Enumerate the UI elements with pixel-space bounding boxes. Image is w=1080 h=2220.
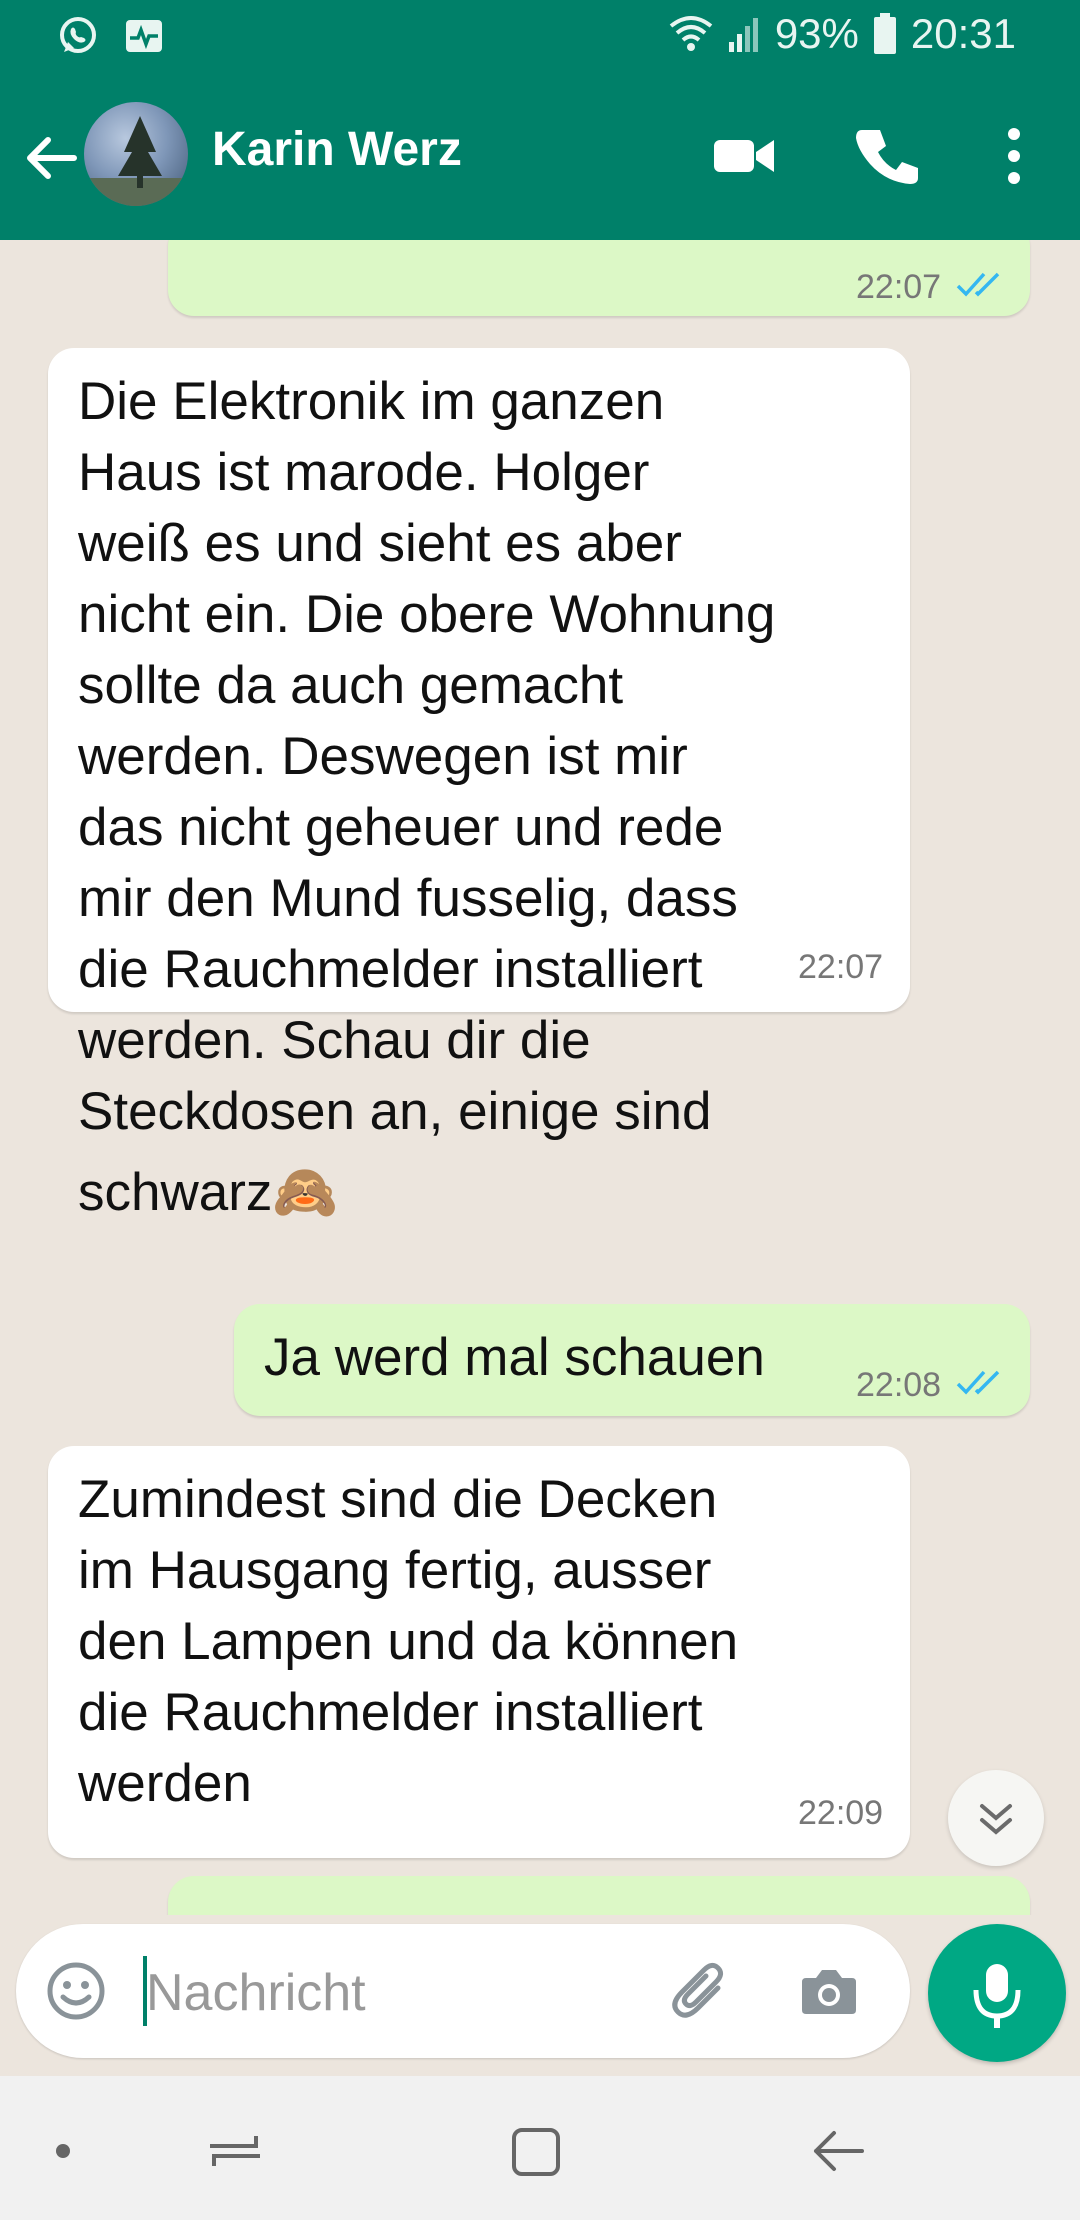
tree-silhouette-icon bbox=[84, 116, 188, 206]
more-vert-icon[interactable] bbox=[978, 120, 1050, 192]
outgoing-message[interactable]: 22:07 bbox=[168, 240, 1030, 316]
wifi-icon bbox=[669, 16, 713, 51]
scroll-to-bottom-button[interactable] bbox=[948, 1770, 1044, 1866]
message-line: sollte da auch gemacht bbox=[78, 656, 624, 715]
back-arrow-icon[interactable] bbox=[20, 128, 80, 188]
nav-dot-icon[interactable] bbox=[28, 2116, 98, 2186]
message-line: weiß es und sieht es aber bbox=[78, 514, 682, 573]
message-line: schwarz🙈 bbox=[78, 1163, 339, 1222]
battery-percent: 93% bbox=[774, 10, 859, 57]
message-list[interactable]: 22:07 Die Elektronik im ganzen Haus ist … bbox=[0, 240, 1080, 1915]
message-time: 22:07 bbox=[798, 948, 884, 986]
message-line: die Rauchmelder installiert bbox=[78, 940, 703, 999]
activity-icon bbox=[126, 20, 162, 52]
back-nav-icon[interactable] bbox=[802, 2116, 872, 2186]
message-line: im Hausgang fertig, ausser bbox=[78, 1541, 712, 1600]
read-receipt-icon bbox=[956, 1370, 1000, 1395]
message-time: 22:07 bbox=[856, 268, 942, 306]
video-call-icon[interactable] bbox=[708, 120, 780, 192]
read-receipt-icon bbox=[956, 272, 1000, 297]
whatsapp-notification-icon bbox=[60, 17, 96, 53]
message-line: Die Elektronik im ganzen bbox=[78, 372, 665, 431]
system-nav-bar bbox=[0, 2076, 1080, 2220]
message-time: 22:08 bbox=[856, 1366, 942, 1404]
avatar[interactable] bbox=[84, 102, 188, 206]
outgoing-message[interactable]: Ja werd mal schauen 22:08 bbox=[234, 1304, 1030, 1416]
clock: 20:31 bbox=[910, 10, 1016, 57]
emoji-icon[interactable] bbox=[44, 1959, 108, 2023]
voice-record-button[interactable] bbox=[928, 1924, 1066, 2062]
message-line: die Rauchmelder installiert bbox=[78, 1683, 703, 1742]
battery-icon bbox=[873, 13, 896, 54]
chat-header: Karin Werz bbox=[0, 72, 1080, 240]
message-composer bbox=[16, 1924, 910, 2058]
message-line: das nicht geheuer und rede bbox=[78, 798, 724, 857]
attach-icon[interactable] bbox=[668, 1958, 736, 2026]
home-icon[interactable] bbox=[500, 2116, 570, 2186]
message-line: nicht ein. Die obere Wohnung bbox=[78, 585, 776, 644]
status-bar: 93% 20:31 bbox=[0, 0, 1080, 72]
double-chevron-down-icon bbox=[980, 1804, 1012, 1835]
outgoing-message[interactable] bbox=[168, 1876, 1030, 1915]
message-line: Zumindest sind die Decken bbox=[78, 1470, 718, 1529]
message-line: mir den Mund fusselig, dass bbox=[78, 869, 738, 928]
message-time: 22:09 bbox=[798, 1794, 884, 1832]
contact-name[interactable]: Karin Werz bbox=[212, 122, 462, 177]
incoming-message[interactable]: Zumindest sind die Decken im Hausgang fe… bbox=[48, 1446, 910, 1858]
phone-icon[interactable] bbox=[852, 120, 924, 192]
message-line: Steckdosen an, einige sind bbox=[78, 1082, 712, 1141]
message-line: Haus ist marode. Holger bbox=[78, 443, 650, 502]
camera-icon[interactable] bbox=[796, 1958, 862, 2024]
message-line: den Lampen und da können bbox=[78, 1612, 739, 1671]
message-line: werden. Schau dir die bbox=[78, 1011, 591, 1070]
mic-icon bbox=[973, 1964, 1021, 2028]
message-line: werden bbox=[78, 1754, 252, 1813]
recent-apps-icon[interactable] bbox=[200, 2116, 270, 2186]
message-text: Ja werd mal schauen bbox=[264, 1328, 765, 1387]
signal-icon bbox=[728, 18, 758, 52]
message-line: werden. Deswegen ist mir bbox=[78, 727, 688, 786]
message-input[interactable] bbox=[144, 1952, 648, 2034]
incoming-message[interactable]: Die Elektronik im ganzen Haus ist marode… bbox=[48, 348, 910, 1222]
